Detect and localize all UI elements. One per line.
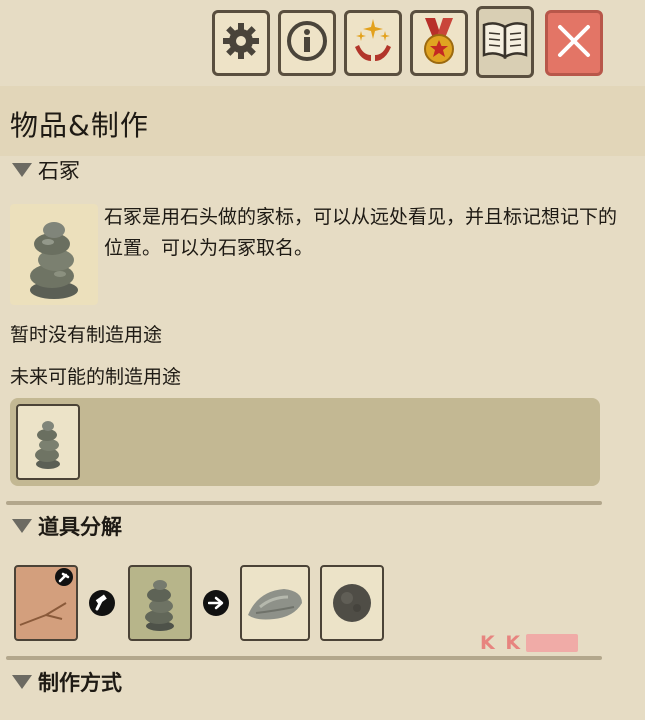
top-toolbar — [0, 0, 645, 86]
encyclopedia-button[interactable] — [476, 6, 534, 78]
settings-button[interactable] — [212, 10, 270, 76]
decompose-title: 道具分解 — [38, 515, 122, 539]
gear-icon — [221, 21, 261, 65]
close-button[interactable] — [545, 10, 603, 76]
cairn-icon — [145, 580, 174, 631]
watermark-logo: K K — [480, 632, 579, 654]
section-divider — [6, 656, 602, 660]
watermark-box — [526, 634, 579, 652]
book-icon — [481, 21, 529, 63]
result-slot-flint[interactable] — [240, 565, 310, 641]
sparkle-hands-icon — [351, 17, 395, 69]
future-crafting-use-label: 未来可能的制造用途 — [10, 366, 182, 388]
future-use-panel — [10, 398, 600, 486]
decompose-section-header[interactable]: 道具分解 — [0, 506, 645, 546]
collapse-triangle-icon[interactable] — [12, 519, 32, 533]
section-divider — [6, 501, 602, 505]
result-slot-stone[interactable] — [320, 565, 384, 641]
cairn-icon — [30, 222, 78, 299]
future-use-slot-cairn[interactable] — [16, 404, 80, 480]
tool-branch-icon — [19, 568, 73, 626]
tool-slot[interactable] — [14, 565, 78, 641]
page-title: 物品&制作 — [10, 109, 149, 142]
item-name: 石冢 — [38, 159, 80, 183]
crafting-title: 制作方式 — [38, 671, 122, 695]
arrow-right-icon — [203, 590, 229, 616]
hammer-action-icon — [89, 590, 115, 616]
crafting-section-header[interactable]: 制作方式 — [0, 662, 645, 702]
info-icon — [286, 20, 328, 66]
watermark-text: K K — [480, 632, 523, 654]
item-description: 石冢是用石头做的家标，可以从远处看见，并且标记想记下的位置。可以为石冢取名。 — [104, 206, 618, 259]
blessing-button[interactable] — [344, 10, 402, 76]
collapse-triangle-icon[interactable] — [12, 675, 32, 689]
achievements-button[interactable] — [410, 10, 468, 76]
item-section-header[interactable]: 石冢 — [0, 150, 645, 190]
round-stone-icon — [333, 584, 371, 622]
no-crafting-use-text: 暂时没有制造用途 — [10, 324, 163, 346]
flint-stone-icon — [248, 589, 302, 620]
page-header: 物品&制作 — [0, 86, 645, 156]
source-item-slot-cairn[interactable] — [128, 565, 192, 641]
medal-icon — [419, 16, 459, 70]
cairn-icon — [35, 421, 60, 469]
info-button[interactable] — [278, 10, 336, 76]
item-image — [10, 204, 98, 305]
close-icon — [556, 23, 592, 63]
collapse-triangle-icon[interactable] — [12, 163, 32, 177]
